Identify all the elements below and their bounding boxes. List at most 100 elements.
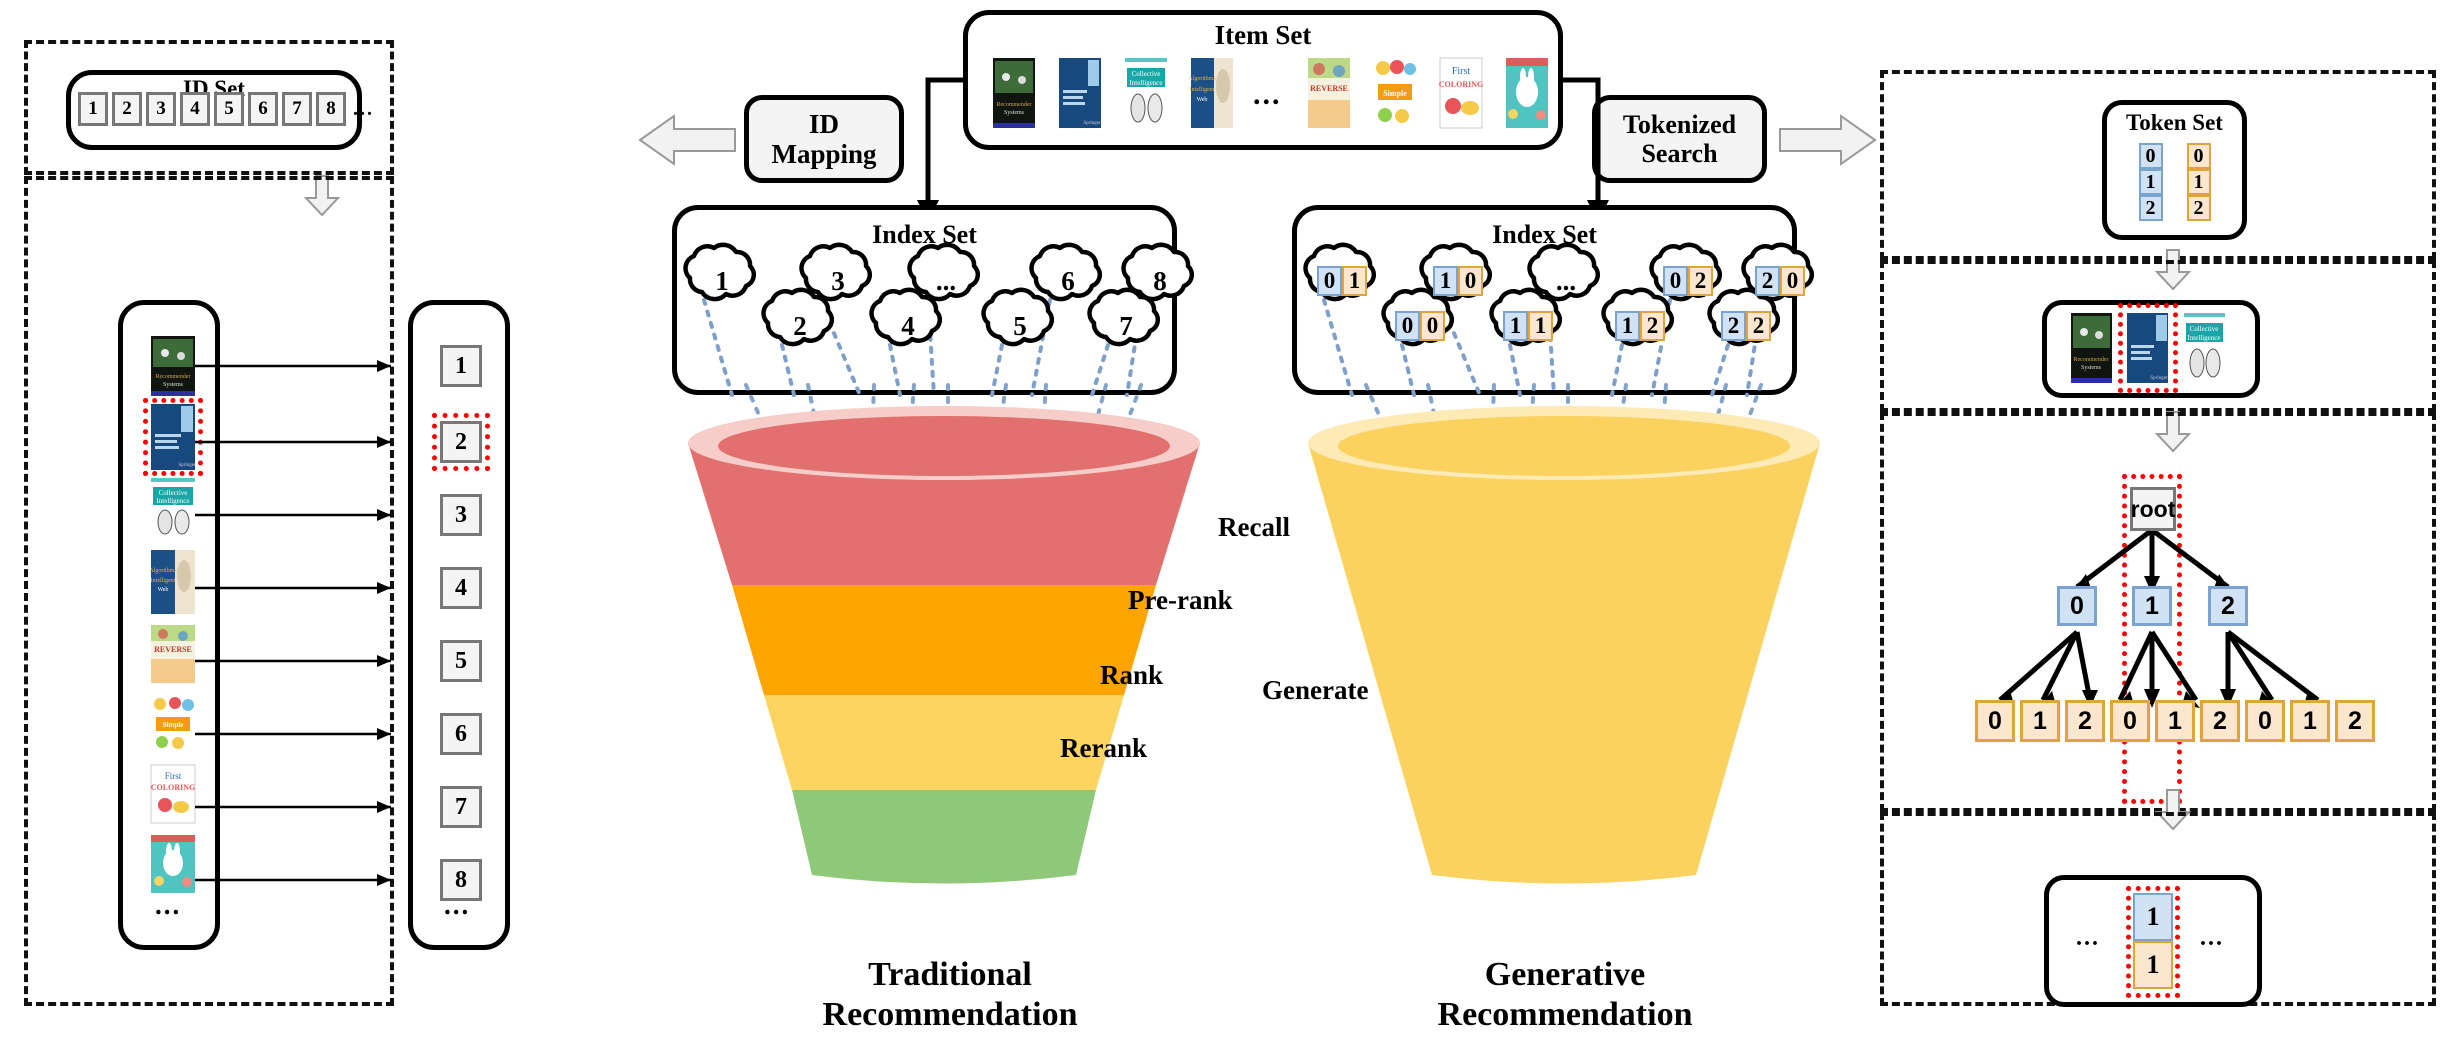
token-set-title: Token Set xyxy=(2126,110,2223,135)
svg-text:Systems: Systems xyxy=(2081,365,2102,371)
generative-index-tokens: 1 0 xyxy=(1408,266,1508,296)
tree-node-leaf[interactable]: 0 xyxy=(2245,700,2285,742)
generative-index-set-title: Index Set xyxy=(1492,220,1597,249)
token-orange: 1 xyxy=(1528,311,1553,341)
generative-funnel-name: Generative Recommendation xyxy=(1405,955,1725,1035)
id-cell[interactable]: 8 xyxy=(316,92,346,126)
token-blue: 2 xyxy=(2138,195,2163,221)
mapping-id-cell[interactable]: 5 xyxy=(440,640,482,682)
generative-index-tokens: 1 2 xyxy=(1590,311,1690,341)
id-column-ellipsis: ... xyxy=(444,890,471,920)
traditional-index-label: ... xyxy=(935,266,957,296)
generative-index-tokens: 1 1 xyxy=(1478,311,1578,341)
svg-text:Collective: Collective xyxy=(159,489,188,497)
token-set-columns: 0 1 2 0 1 2 xyxy=(2102,143,2247,221)
token-set-orange-column: 0 1 2 xyxy=(2186,143,2211,221)
token-blue: 0 xyxy=(1317,266,1342,296)
generative-index-tokens: 0 2 xyxy=(1638,266,1738,296)
svg-text:Recommender: Recommender xyxy=(156,374,191,380)
mapping-id-cell[interactable]: 3 xyxy=(440,494,482,536)
token-blue: 1 xyxy=(1433,266,1458,296)
mapping-book-easter-coloring-book xyxy=(151,835,195,893)
funnel-stage-label-rank: Rank xyxy=(1100,660,1164,690)
tree-node-level1[interactable]: 0 xyxy=(2057,586,2097,626)
funnel-stage-label-rerank: Rerank xyxy=(1060,733,1147,763)
tree-node-leaf[interactable]: 1 xyxy=(2155,700,2195,742)
generative-index-ellipsis: ... xyxy=(1555,266,1577,296)
mapping-book-recommender-systems-handbook: Springer xyxy=(151,404,196,470)
tree-node-leaf[interactable]: 0 xyxy=(2110,700,2150,742)
tree-node-root[interactable]: root xyxy=(2130,487,2176,531)
id-cell[interactable]: 3 xyxy=(146,92,176,126)
generative-index-tokens: 0 0 xyxy=(1370,311,1470,341)
traditional-index-label: 5 xyxy=(1013,311,1027,341)
generative-funnel-name-line2: Recommendation xyxy=(1437,996,1693,1034)
traditional-index-label: 2 xyxy=(793,311,807,341)
token-orange: 1 xyxy=(2186,169,2211,195)
token-orange: 1 xyxy=(1342,266,1367,296)
token-orange: 0 xyxy=(2186,143,2211,169)
result-token-blue: 1 xyxy=(2133,893,2173,941)
tree-node-level1[interactable]: 2 xyxy=(2208,586,2248,626)
right-item-book-recommender-systems: Recommender Systems xyxy=(2071,313,2112,383)
id-column-box xyxy=(408,300,510,950)
id-cell[interactable]: 2 xyxy=(112,92,142,126)
item-column-ellipsis: ... xyxy=(155,890,182,920)
svg-text:Intelligence: Intelligence xyxy=(156,497,189,505)
item-set-connectors xyxy=(917,77,1609,222)
id-cell[interactable]: 1 xyxy=(78,92,108,126)
tree-node-level1[interactable]: 1 xyxy=(2132,586,2172,626)
token-blue: 1 xyxy=(1503,311,1528,341)
token-orange: 2 xyxy=(2186,195,2211,221)
id-set-ellipsis: ... xyxy=(353,97,374,120)
svg-text:Simple: Simple xyxy=(163,721,184,729)
token-blue: 2 xyxy=(1721,311,1746,341)
tree-node-leaf[interactable]: 1 xyxy=(2290,700,2330,742)
traditional-index-label: 1 xyxy=(715,266,729,296)
svg-text:Systems: Systems xyxy=(163,382,184,388)
svg-text:Web: Web xyxy=(158,587,169,593)
svg-text:Algorithms: Algorithms xyxy=(149,568,177,574)
mapping-book-recommender-systems: Recommender Systems xyxy=(151,336,195,396)
id-cell[interactable]: 4 xyxy=(180,92,210,126)
tree-node-leaf[interactable]: 1 xyxy=(2020,700,2060,742)
traditional-index-set-title: Index Set xyxy=(872,220,977,249)
tree-node-leaf[interactable]: 0 xyxy=(1975,700,2015,742)
svg-text:Recommender: Recommender xyxy=(2074,357,2109,363)
svg-text:Intelligence: Intelligence xyxy=(2187,334,2220,342)
token-blue: 1 xyxy=(2138,169,2163,195)
svg-text:COLORING: COLORING xyxy=(151,783,195,792)
result-tokens: 1 1 xyxy=(2133,893,2173,989)
traditional-index-label: 6 xyxy=(1061,266,1075,296)
result-right-ellipsis: ... xyxy=(2200,925,2224,951)
mapping-id-cell[interactable]: 6 xyxy=(440,713,482,755)
right-item-book-recommender-systems-handbook: Springer xyxy=(2127,313,2168,383)
mapping-id-cell[interactable]: 7 xyxy=(440,786,482,828)
id-cell[interactable]: 5 xyxy=(214,92,244,126)
traditional-index-label: 8 xyxy=(1153,266,1167,296)
result-token-orange: 1 xyxy=(2133,941,2173,989)
token-orange: 0 xyxy=(1458,266,1483,296)
id-cell[interactable]: 6 xyxy=(248,92,278,126)
mapping-id-cell[interactable]: 4 xyxy=(440,567,482,609)
id-set-cells: 1 2 3 4 5 6 7 8 ... xyxy=(78,92,374,126)
generative-index-tokens: 2 0 xyxy=(1730,266,1830,296)
tree-node-leaf[interactable]: 2 xyxy=(2335,700,2375,742)
generative-index-tokens: 2 2 xyxy=(1696,311,1796,341)
token-blue: 2 xyxy=(1755,266,1780,296)
id-cell[interactable]: 7 xyxy=(282,92,312,126)
svg-text:First: First xyxy=(165,771,182,781)
funnel-stage-label-prerank: Pre-rank xyxy=(1128,585,1233,615)
tree-node-leaf[interactable]: 2 xyxy=(2065,700,2105,742)
token-orange: 0 xyxy=(1780,266,1805,296)
token-orange: 2 xyxy=(1640,311,1665,341)
mapping-book-collective-intelligence: Collective Intelligence xyxy=(151,478,195,540)
traditional-funnel-name-line1: Traditional xyxy=(868,956,1032,993)
mapping-book-simple-big-coloring-toddlers: Simple xyxy=(151,695,195,753)
mapping-book-reverse-coloring-book: REVERSE xyxy=(151,625,195,683)
traditional-funnel-name-line2: Recommendation xyxy=(822,996,1078,1034)
tree-node-leaf[interactable]: 2 xyxy=(2200,700,2240,742)
mapping-id-cell-highlighted[interactable]: 2 xyxy=(440,421,482,463)
traditional-index-label: 4 xyxy=(901,311,915,341)
mapping-id-cell[interactable]: 1 xyxy=(440,345,482,387)
